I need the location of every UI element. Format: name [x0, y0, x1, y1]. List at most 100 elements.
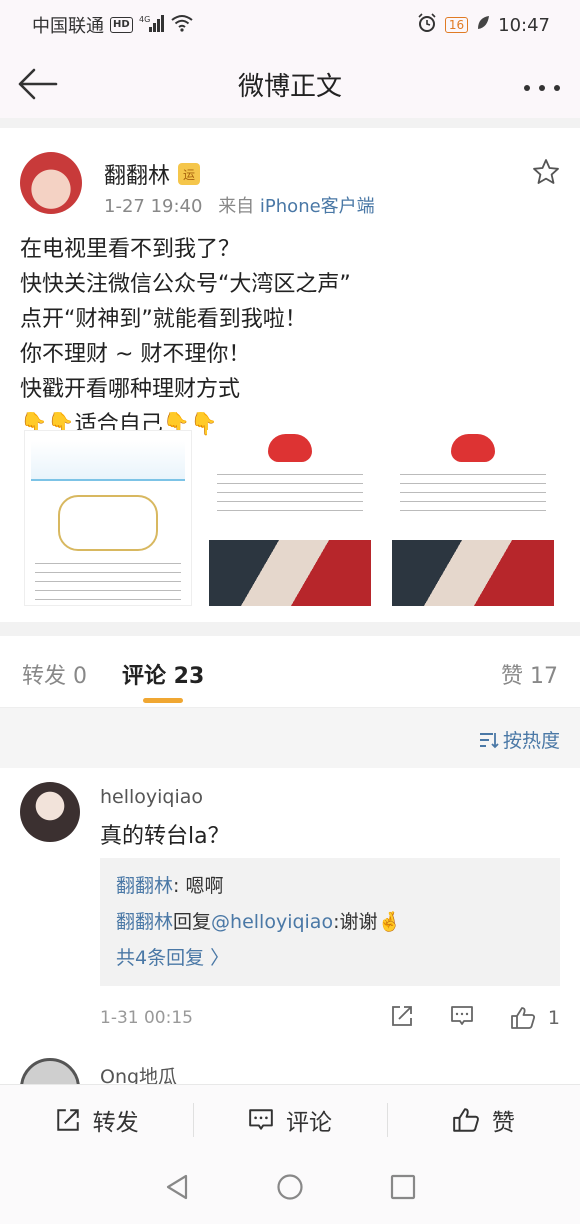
hd-icon: HD [110, 17, 133, 33]
author-avatar[interactable] [20, 152, 82, 214]
reply-button[interactable] [450, 1004, 474, 1032]
comment-label: 评论 [285, 1109, 332, 1136]
status-left: 中国联通 HD 4G [32, 12, 193, 38]
comment-actions: 1 [390, 1004, 560, 1032]
status-right: 16 10:47 [417, 12, 550, 38]
more-replies-link[interactable]: 共4条回复 〉 [116, 940, 544, 976]
sort-icon [479, 732, 499, 748]
leaf-icon [476, 15, 490, 35]
post-line: 快戳开看哪种理财方式 [20, 377, 241, 402]
photo-graphic [209, 540, 371, 606]
more-button[interactable] [522, 70, 562, 100]
comment-item: helloyiqiao 真的转台la？ 翻翻林: 嗯啊 翻翻林回复@helloy… [0, 768, 580, 1084]
author-name-text: 翻翻林 [104, 164, 171, 189]
commenter-avatar[interactable] [20, 782, 80, 842]
sort-label: 按热度 [502, 730, 560, 752]
tab-repost[interactable]: 转发 0 [22, 658, 87, 690]
source-prefix: 来自 [218, 196, 255, 217]
pouch-graphic [268, 434, 312, 462]
sort-button[interactable]: 按热度 [479, 726, 560, 753]
status-bar: 中国联通 HD 4G 16 10:47 [0, 0, 580, 50]
clock-time: 10:47 [498, 14, 550, 36]
post-image-2[interactable] [207, 430, 373, 608]
comment-item: Ong地瓜 [0, 1044, 580, 1084]
sort-bar: 按热度 [0, 708, 580, 768]
badge-icon: 运 [178, 163, 201, 185]
system-nav-bar [0, 1154, 580, 1224]
comment-button[interactable]: 评论 [193, 1085, 386, 1154]
interaction-tabs: 转发 0 评论 23 赞 17 [0, 636, 580, 708]
reply-line: 翻翻林回复@helloyiqiao:谢谢🤞 [116, 904, 544, 940]
square-recents-icon [390, 1174, 416, 1200]
like-button[interactable]: 赞 [386, 1085, 580, 1154]
reply-author[interactable]: 翻翻林 [116, 911, 173, 933]
post-time: 1-27 19:40 [104, 196, 203, 217]
reply-box[interactable]: 翻翻林: 嗯啊 翻翻林回复@helloyiqiao:谢谢🤞 共4条回复 〉 [100, 858, 560, 986]
back-button[interactable] [16, 64, 60, 104]
comment-text: 真的转台la？ [100, 824, 230, 849]
reply-sep: 回复 [173, 911, 212, 933]
skyline-graphic [31, 441, 185, 481]
post-image-3[interactable] [390, 430, 556, 608]
active-tab-indicator [143, 698, 183, 703]
comment-icon [249, 1108, 273, 1130]
comment-time: 1-31 00:15 [100, 1008, 193, 1028]
reply-author[interactable]: 翻翻林 [116, 875, 173, 897]
tab-likes[interactable]: 赞 17 [501, 658, 558, 690]
post-body: 在电视里看不到我了？ 快快关注微信公众号“大湾区之声” 点开“财神到”就能看到我… [20, 232, 351, 442]
author-name[interactable]: 翻翻林 运 [104, 158, 201, 190]
comment-icon [451, 1006, 473, 1025]
pouch-graphic [451, 434, 495, 462]
reply-line: 翻翻林: 嗯啊 [116, 868, 544, 904]
arrow-left-icon [18, 68, 58, 100]
thumbs-up-icon [452, 1107, 479, 1132]
alarm-icon [417, 12, 437, 38]
post-line: 快快关注微信公众号“大湾区之声” [20, 272, 351, 297]
share-button[interactable] [390, 1004, 414, 1032]
commenter-name[interactable]: helloyiqiao [100, 786, 203, 808]
nav-bar: 微博正文 [0, 50, 580, 118]
star-icon [533, 159, 559, 184]
share-icon [56, 1108, 79, 1131]
like-button[interactable]: 1 [510, 1006, 560, 1030]
repost-label: 转发 [92, 1109, 139, 1136]
like-label: 赞 [491, 1109, 515, 1136]
circle-home-icon [277, 1174, 303, 1200]
image-text-graphic [400, 470, 546, 514]
post-image-1[interactable] [24, 430, 192, 606]
post-line: 在电视里看不到我了？ [20, 237, 241, 262]
thumbs-up-icon [511, 1007, 535, 1029]
commenter-name[interactable]: Ong地瓜 [100, 1062, 177, 1084]
reply-mention[interactable]: @helloyiqiao [211, 911, 333, 933]
nav-recents-key[interactable] [390, 1174, 416, 1204]
like-count: 1 [547, 1007, 560, 1029]
commenter-avatar[interactable] [20, 1058, 80, 1084]
wifi-icon [171, 14, 193, 37]
post-meta: 1-27 19:40 来自 iPhone客户端 [104, 192, 375, 218]
signal-icon: 4G [139, 14, 165, 37]
favorite-button[interactable] [532, 158, 560, 186]
weibo-post: 翻翻林 运 1-27 19:40 来自 iPhone客户端 在电视里看不到我了？… [0, 128, 580, 622]
more-dots-icon [524, 85, 560, 91]
nav-home-key[interactable] [276, 1173, 304, 1205]
svg-text:4G: 4G [139, 15, 150, 24]
bottom-action-bar: 转发 评论 赞 [0, 1084, 580, 1154]
repost-button[interactable]: 转发 [0, 1085, 193, 1154]
page-title: 微博正文 [237, 71, 342, 102]
photo-graphic [392, 540, 554, 606]
nav-back-key[interactable] [164, 1173, 190, 1205]
tab-comments[interactable]: 评论 23 [122, 658, 204, 690]
reply-text: :谢谢🤞 [333, 911, 402, 933]
image-text-graphic [217, 470, 363, 514]
battery-icon: 16 [444, 17, 469, 33]
post-source[interactable]: iPhone客户端 [260, 196, 375, 217]
post-line: 点开“财神到”就能看到我啦！ [20, 307, 307, 332]
post-line: 你不理财 ~ 财不理你！ [20, 342, 251, 367]
logo-graphic [58, 495, 158, 551]
carrier-label: 中国联通 [32, 16, 104, 37]
share-icon [392, 1006, 412, 1026]
reply-text: 嗯啊 [185, 875, 224, 897]
triangle-back-icon [166, 1174, 188, 1200]
image-text-graphic [35, 559, 181, 605]
reply-sep: : [173, 875, 186, 897]
